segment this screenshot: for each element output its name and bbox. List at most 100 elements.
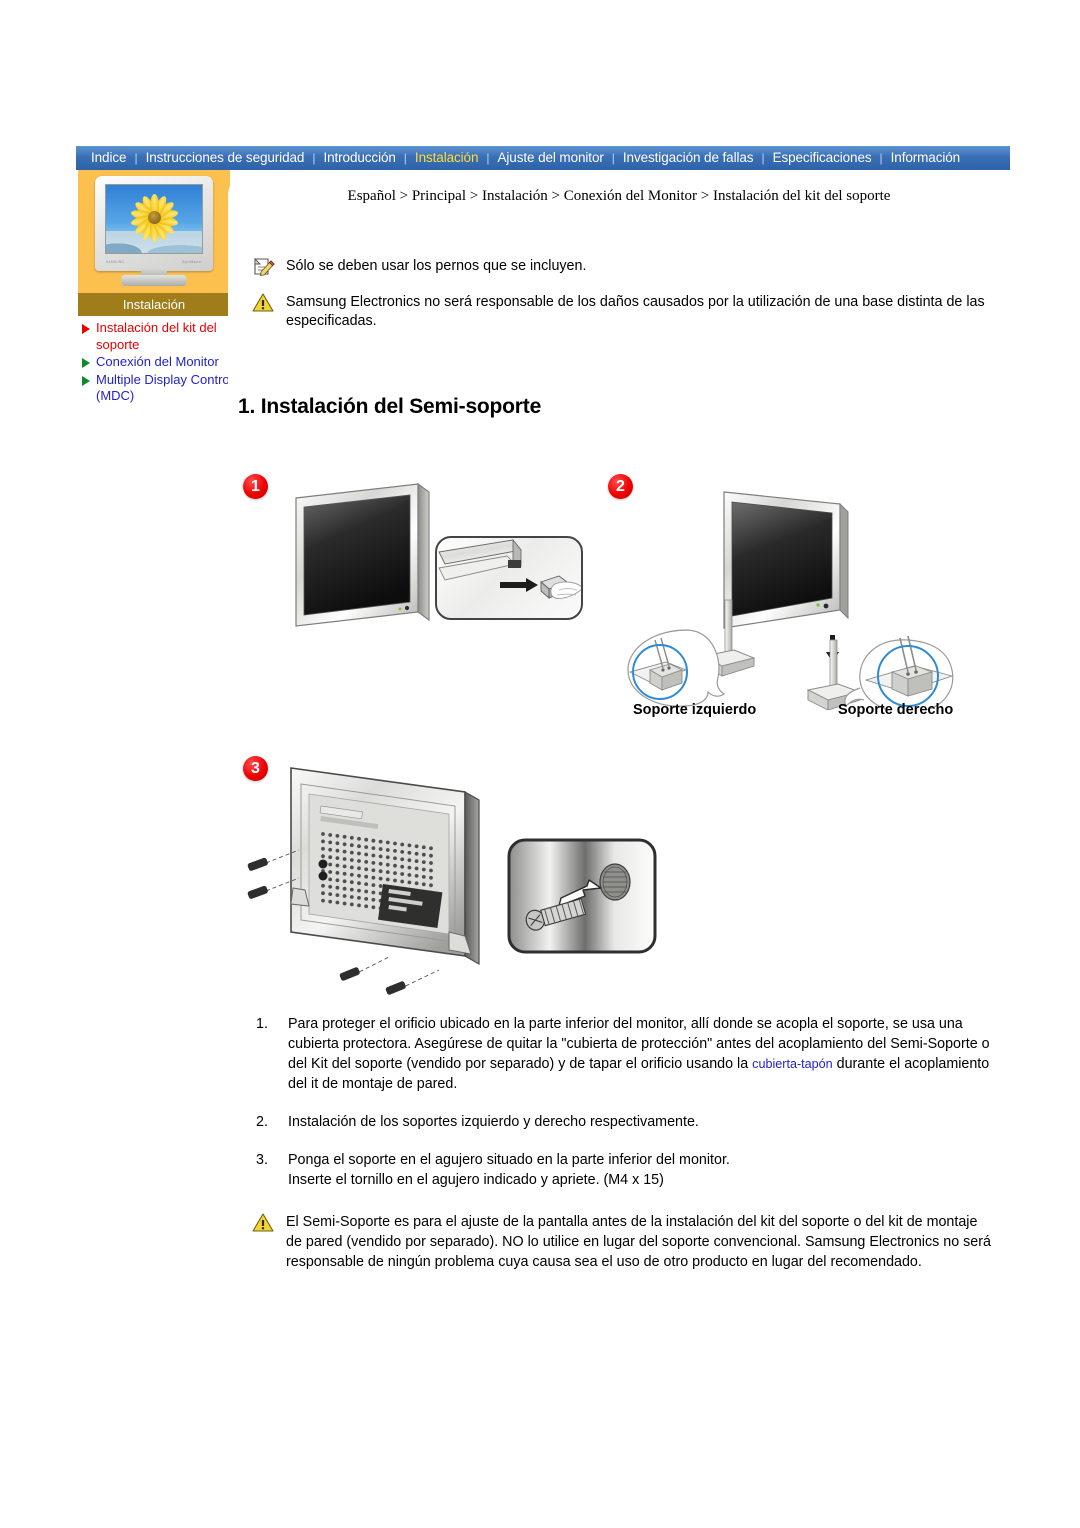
vent-hole-icon xyxy=(407,873,412,877)
vent-hole-icon xyxy=(393,871,397,875)
sidebar-item-multiple-display-control-mdc[interactable]: Multiple Display Control (MDC) xyxy=(78,372,236,405)
sidebar-item-label: Instalación del kit del soporte xyxy=(96,320,217,352)
vent-hole-icon xyxy=(414,859,419,863)
vent-hole-icon xyxy=(407,850,412,855)
vent-hole-icon xyxy=(414,881,419,886)
nav-item-especificaciones[interactable]: Especificaciones xyxy=(766,146,879,170)
vent-hole-icon xyxy=(371,890,376,895)
sidebar-item-conexi-n-del-monitor[interactable]: Conexión del Monitor xyxy=(78,354,236,371)
vent-hole-icon xyxy=(400,842,405,847)
vent-hole-icon xyxy=(328,833,333,837)
notice-row: Samsung Electronics no será responsable … xyxy=(252,292,992,331)
instruction-number: 1. xyxy=(256,1016,268,1032)
vent-hole-icon xyxy=(349,865,354,870)
sunflower-center-icon xyxy=(147,211,161,225)
manual-page: Indice | Instrucciones de seguridad | Introd… xyxy=(0,0,1080,1528)
instruction-item: 2. Instalación de los soportes izquierdo … xyxy=(256,1112,998,1132)
monitor-bezel-marks: SAMSUNG SyncMaster xyxy=(106,260,202,264)
vent-hole-icon xyxy=(429,868,433,873)
vent-hole-icon xyxy=(335,856,340,860)
step-badge-1: 1 xyxy=(243,474,268,499)
vent-hole-icon xyxy=(364,837,369,842)
vent-hole-icon xyxy=(357,866,361,871)
vent-hole-icon xyxy=(328,892,333,896)
vent-hole-icon xyxy=(342,849,347,854)
vent-hole-icon xyxy=(371,868,376,873)
vent-hole-icon xyxy=(429,861,433,865)
warning-icon xyxy=(252,1212,276,1234)
vent-hole-icon xyxy=(429,853,433,858)
sidebar-item-instalaci-n-del-kit-del-soporte[interactable]: Instalación del kit del soporte xyxy=(78,320,236,353)
vent-hole-icon xyxy=(371,883,376,887)
vent-hole-icon xyxy=(393,863,397,868)
vent-hole-icon xyxy=(421,845,426,850)
vent-hole-icon xyxy=(364,867,369,872)
instruction-text: Ponga el soporte en el agujero situado e… xyxy=(288,1152,730,1188)
vent-hole-icon xyxy=(429,875,433,880)
instruction-item: 1. Para proteger el orificio ubicado en l… xyxy=(256,1014,998,1094)
vent-hole-icon xyxy=(364,852,369,857)
nav-item-instrucciones-de-seguridad[interactable]: Instrucciones de seguridad xyxy=(139,146,312,170)
sidebar-product-photo: SAMSUNG SyncMaster xyxy=(78,170,230,293)
vent-hole-icon xyxy=(378,854,383,859)
vent-hole-icon xyxy=(393,841,397,846)
vent-hole-icon xyxy=(407,843,412,848)
vent-hole-icon xyxy=(349,858,354,862)
vent-hole-icon xyxy=(378,876,383,881)
nav-item-ajuste-del-monitor[interactable]: Ajuste del monitor xyxy=(491,146,611,170)
top-navigation-bar[interactable]: Indice | Instrucciones de seguridad | Introd… xyxy=(76,146,1010,170)
vent-hole-icon xyxy=(357,881,361,886)
nav-item-investigaci-n-de-fallas[interactable]: Investigación de fallas xyxy=(616,146,761,170)
vent-hole-icon xyxy=(335,834,340,838)
vent-hole-icon xyxy=(342,901,347,906)
nav-item-instalaci-n[interactable]: Instalación xyxy=(408,146,485,170)
vent-hole-icon xyxy=(349,895,354,899)
vent-hole-icon xyxy=(371,905,376,910)
vent-hole-icon xyxy=(385,848,390,852)
vent-hole-icon xyxy=(321,839,325,844)
stand-label-left: Soporte izquierdo xyxy=(633,702,757,718)
vent-hole-icon xyxy=(349,872,354,877)
vent-hole-icon xyxy=(335,885,340,890)
vent-hole-icon xyxy=(421,852,426,857)
vent-hole-icon xyxy=(357,844,361,849)
vent-hole-icon xyxy=(357,859,361,863)
sidebar-section-title: Instalación xyxy=(78,293,230,316)
vent-hole-icon xyxy=(371,897,376,902)
vent-hole-icon xyxy=(342,894,347,898)
stand-label-right: Soporte derecho xyxy=(838,702,954,718)
vent-hole-icon xyxy=(335,863,340,868)
vent-hole-icon xyxy=(328,899,333,904)
vent-hole-icon xyxy=(335,878,340,883)
sidebar-link-list[interactable]: Instalación del kit del soporte Conexión … xyxy=(78,316,236,405)
arrow-right-icon xyxy=(82,375,90,386)
vent-hole-icon xyxy=(342,871,347,876)
instruction-text: Instalación de los soportes izquierdo y … xyxy=(288,1114,699,1130)
breadcrumb: Español > Principal > Instalación > Cone… xyxy=(347,188,891,204)
vent-hole-icon xyxy=(328,847,333,852)
vent-hole-icon xyxy=(364,897,369,901)
arrow-right-icon xyxy=(82,358,90,368)
vent-hole-icon xyxy=(328,870,333,874)
nav-item-indice[interactable]: Indice xyxy=(84,146,133,170)
vent-hole-icon xyxy=(421,867,426,872)
vent-hole-icon xyxy=(385,855,390,860)
vent-hole-icon xyxy=(342,842,347,847)
instruction-list: 1. Para proteger el orificio ubicado en l… xyxy=(256,1014,998,1208)
vent-hole-icon xyxy=(364,889,369,894)
nav-item-introducci-n[interactable]: Introducción xyxy=(316,146,402,170)
stand-assembly-illustration xyxy=(627,491,954,710)
note-icon xyxy=(252,256,276,278)
vent-hole-icon xyxy=(407,858,412,863)
vent-hole-icon xyxy=(342,864,347,869)
nav-item-informaci-n[interactable]: Información xyxy=(884,146,967,170)
vent-hole-icon xyxy=(378,861,383,866)
vent-hole-icon xyxy=(357,903,361,908)
vent-hole-icon xyxy=(385,877,390,882)
vent-hole-icon xyxy=(393,878,397,883)
sidebar-item-label: Multiple Display Control (MDC) xyxy=(96,371,233,404)
notice-list: Sólo se deben usar los pernos que se inc… xyxy=(252,256,992,345)
inline-link[interactable]: cubierta-tapón xyxy=(752,1057,833,1071)
sidebar-item-label: Conexión del Monitor xyxy=(96,354,219,369)
notice-row: Sólo se deben usar los pernos que se inc… xyxy=(252,256,992,278)
